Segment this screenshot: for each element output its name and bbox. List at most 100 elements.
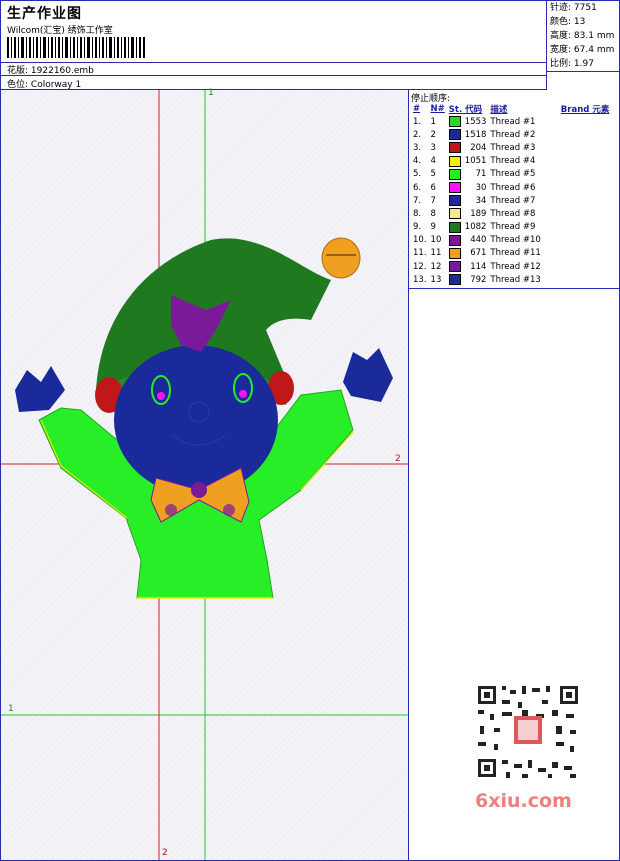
row-stitches: 189 [470,208,487,219]
col-index: # [413,103,421,114]
row-desc: Thread #7 [490,195,536,206]
thread-row: 7. 7 34 Thread #7 [411,194,611,207]
row-n: 5 [430,169,436,180]
color-swatch [448,221,461,233]
row-swatch [447,273,463,286]
row-desc: Thread #6 [490,182,536,193]
row-brand [543,194,612,207]
guide-label-top: 1 [208,88,214,98]
row-stitches: 792 [470,274,487,285]
row-n: 2 [430,129,436,140]
row-n: 10 [430,235,442,246]
col-desc: 描述 [490,104,508,115]
row-desc: Thread #1 [490,116,536,127]
color-swatch [448,247,461,259]
thread-row: 1. 1 1553 Thread #1 [411,115,611,128]
row-stitches: 114 [470,261,487,272]
row-stitches: 204 [470,142,487,153]
row-brand [543,273,612,286]
row-desc: Thread #10 [490,235,541,246]
stat-scale: 比例: 1.97 [550,59,594,69]
row-index: 11. [413,248,427,259]
row-index: 9. [413,222,422,233]
colorway-value: Colorway 1 [30,80,82,90]
row-n: 13 [430,274,442,285]
color-swatch [448,168,461,180]
thread-row: 3. 3 204 Thread #3 [411,141,611,154]
color-swatch [448,208,461,220]
row-swatch [447,141,463,154]
thread-row: 2. 2 1518 Thread #2 [411,128,611,141]
row-brand [543,181,612,194]
row-desc: Thread #5 [490,169,536,180]
color-swatch [448,182,461,194]
row-brand [543,207,612,220]
row-stitches: 34 [475,195,487,206]
row-n: 3 [430,142,436,153]
thread-row: 11. 11 671 Thread #11 [411,247,611,260]
row-brand [543,115,612,128]
row-desc: Thread #9 [490,222,536,233]
stat-colors: 颜色: 13 [550,17,586,27]
colorway-label: 色位: [7,80,29,90]
row-index: 2. [413,129,422,140]
row-brand [543,141,612,154]
row-n: 4 [430,156,436,167]
row-stitches: 440 [470,235,487,246]
row-desc: Thread #4 [490,156,536,167]
row-swatch [447,234,463,247]
color-swatch [448,261,461,273]
row-swatch [447,260,463,273]
row-brand [543,128,612,141]
thread-row: 12. 12 114 Thread #12 [411,260,611,273]
row-index: 8. [413,208,422,219]
watermark-site: 6xiu.com [475,790,572,812]
qr-code-icon [472,680,584,783]
row-stitches: 30 [475,182,487,193]
guide-label-bottom: 2 [162,848,168,858]
guide-label-left: 1 [8,704,14,714]
row-brand [543,260,612,273]
row-index: 4. [413,156,422,167]
row-brand [543,155,612,168]
row-desc: Thread #13 [490,274,541,285]
thread-row: 8. 8 189 Thread #8 [411,207,611,220]
row-index: 6. [413,182,422,193]
row-brand [543,221,612,234]
color-swatch [448,142,461,154]
row-desc: Thread #2 [490,129,536,140]
stat-height: 高度: 83.1 mm [550,31,615,41]
row-brand [543,234,612,247]
guide-label-right: 2 [395,454,401,464]
thread-panel: 停止顺序: # N# St. 代码 描述 Brand 元素 1. 1 1553 Thr… [409,90,619,860]
color-swatch [448,234,461,246]
color-swatch [448,155,461,167]
row-index: 1. [413,116,422,127]
row-n: 9 [430,222,436,233]
row-swatch [447,194,463,207]
thread-row: 10. 10 440 Thread #10 [411,234,611,247]
colorway: 色位: Colorway 1 [7,77,81,90]
row-swatch [447,221,463,234]
thread-row: 9. 9 1082 Thread #9 [411,221,611,234]
row-swatch [447,207,463,220]
color-swatch [448,274,461,286]
thread-row: 4. 4 1051 Thread #4 [411,155,611,168]
row-stitches: 671 [470,248,487,259]
row-desc: Thread #12 [490,261,541,272]
header-panel: 生产作业图 Wilcom(汇宝) 绣饰工作室 花版: 1922160.emb 色… [1,1,547,90]
row-desc: Thread #11 [490,248,541,259]
col-n: N# [430,103,445,114]
stats-panel: 针迹: 7751 颜色: 13 高度: 83.1 mm 宽度: 67.4 mm … [547,1,619,72]
row-n: 12 [430,261,442,272]
row-index: 3. [413,142,422,153]
row-index: 5. [413,169,422,180]
row-n: 1 [430,116,436,127]
row-brand [543,168,612,181]
row-desc: Thread #3 [490,142,536,153]
row-swatch [447,247,463,260]
embroidery-figure [1,90,408,860]
row-brand [543,247,612,260]
row-stitches: 71 [475,169,487,180]
row-index: 10. [413,235,427,246]
